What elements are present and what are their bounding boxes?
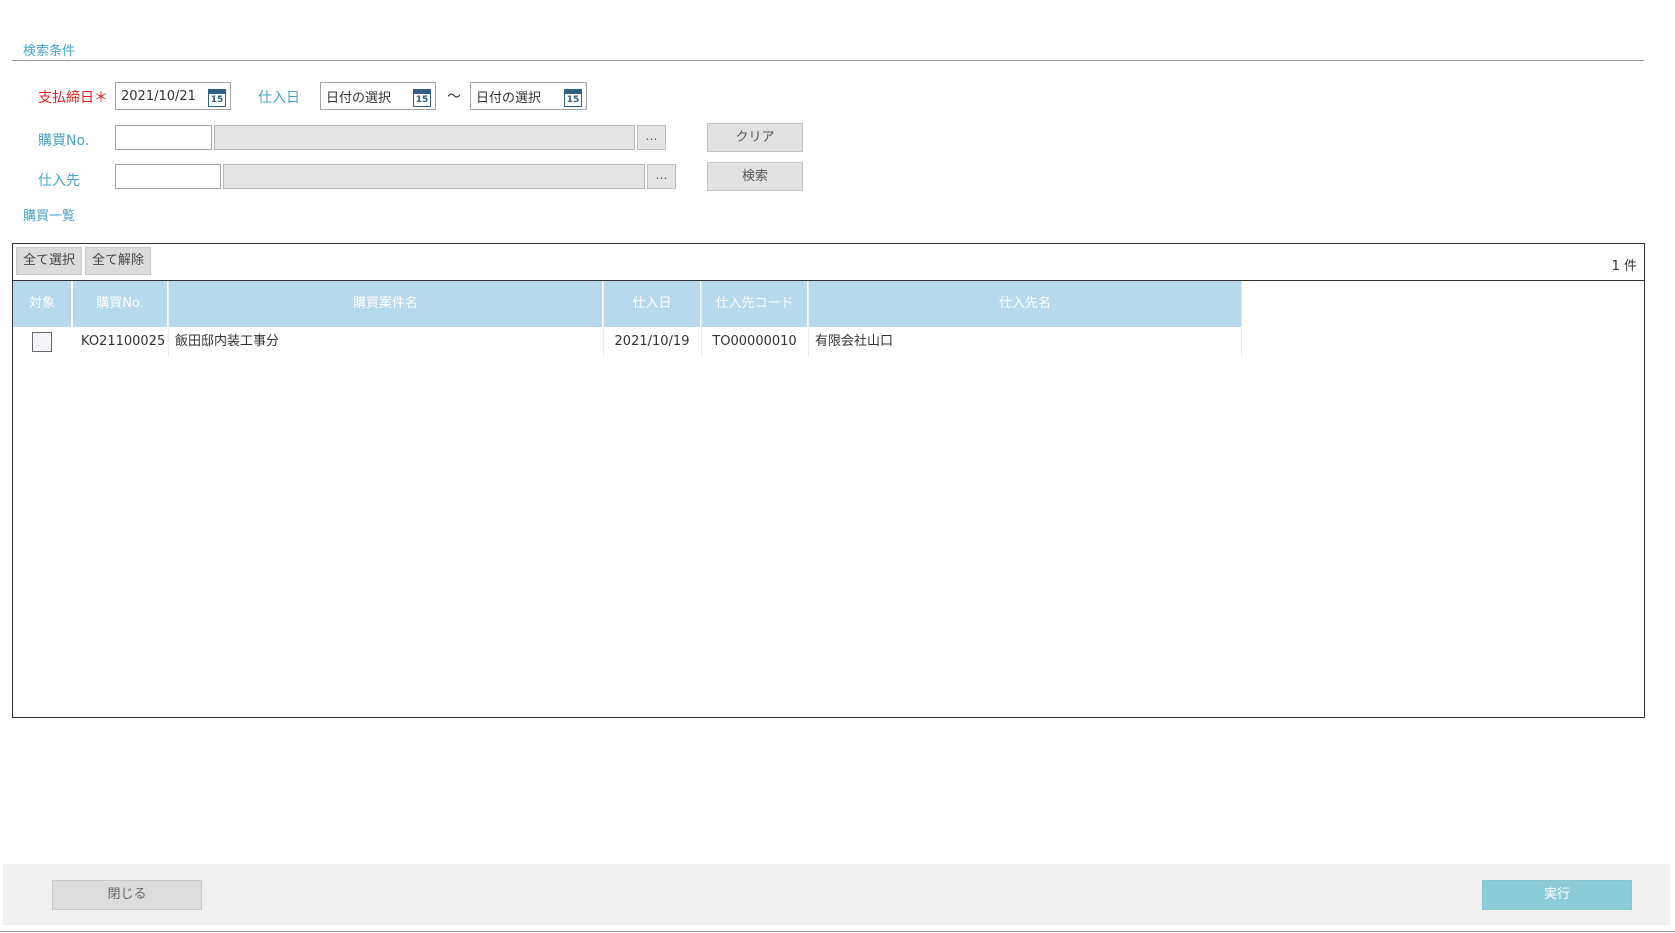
date-range-separator: 〜 bbox=[447, 89, 461, 105]
payment-close-date-value: 2021/10/21 bbox=[121, 88, 196, 104]
purchase-no-lookup-button[interactable]: … bbox=[637, 125, 666, 150]
cell-project-name: 飯田邸内装工事分 bbox=[175, 334, 280, 349]
payment-close-date-label: 支払締日＊ bbox=[38, 87, 108, 107]
calendar-icon[interactable]: 15 bbox=[208, 89, 226, 107]
cell-purchase-date: 2021/10/19 bbox=[614, 334, 690, 349]
cell-purchase-no: KO21100025 bbox=[81, 334, 166, 349]
required-mark: ＊ bbox=[94, 90, 108, 106]
column-header-purchase-no: 購買No. bbox=[73, 281, 167, 327]
purchase-date-from-placeholder: 日付の選択 bbox=[326, 90, 392, 106]
execute-button[interactable]: 実行 bbox=[1482, 880, 1632, 910]
cell-supplier-name: 有限会社山口 bbox=[815, 334, 894, 349]
purchase-list-title: 購買一覧 bbox=[23, 209, 76, 224]
column-header-purchase-date: 仕入日 bbox=[604, 281, 700, 327]
supplier-name-display bbox=[223, 164, 645, 189]
close-button[interactable]: 閉じる bbox=[52, 880, 202, 910]
calendar-icon[interactable]: 15 bbox=[413, 89, 431, 107]
column-separator bbox=[808, 281, 809, 357]
purchase-date-to-placeholder: 日付の選択 bbox=[476, 90, 542, 106]
purchase-no-name-display bbox=[214, 125, 635, 150]
column-header-target: 対象 bbox=[13, 281, 71, 327]
payment-close-date-field[interactable]: 2021/10/21 15 bbox=[115, 82, 231, 110]
supplier-label: 仕入先 bbox=[38, 173, 80, 189]
footer-bar bbox=[3, 864, 1670, 925]
result-count: 1 件 bbox=[1611, 259, 1637, 274]
column-separator bbox=[168, 281, 169, 357]
calendar-icon-day: 15 bbox=[210, 95, 224, 105]
purchase-no-code-input[interactable] bbox=[115, 125, 212, 150]
footer-bottom-border bbox=[0, 931, 1675, 932]
row-checkbox[interactable] bbox=[32, 332, 52, 352]
column-header-supplier-name: 仕入先名 bbox=[809, 281, 1241, 327]
purchase-date-to-field[interactable]: 日付の選択 15 bbox=[470, 82, 587, 110]
purchase-date-from-field[interactable]: 日付の選択 15 bbox=[320, 82, 436, 110]
search-button[interactable]: 検索 bbox=[707, 162, 803, 191]
cell-supplier-code: TO00000010 bbox=[712, 334, 797, 349]
purchase-no-label: 購買No. bbox=[38, 133, 90, 149]
clear-button[interactable]: クリア bbox=[707, 123, 803, 152]
supplier-code-input[interactable] bbox=[115, 164, 221, 189]
search-section-title: 検索条件 bbox=[23, 44, 76, 59]
select-all-button[interactable]: 全て選択 bbox=[16, 247, 82, 275]
section-divider bbox=[12, 60, 1644, 61]
calendar-icon-day: 15 bbox=[566, 95, 580, 105]
payment-close-date-label-text: 支払締日 bbox=[38, 90, 94, 106]
supplier-lookup-button[interactable]: … bbox=[647, 164, 676, 189]
calendar-icon[interactable]: 15 bbox=[564, 89, 582, 107]
deselect-all-button[interactable]: 全て解除 bbox=[85, 247, 151, 275]
purchase-date-label: 仕入日 bbox=[258, 90, 300, 106]
calendar-icon-day: 15 bbox=[415, 95, 429, 105]
column-header-supplier-code: 仕入先コード bbox=[702, 281, 807, 327]
column-separator bbox=[1241, 281, 1242, 357]
column-header-project-name: 購買案件名 bbox=[169, 281, 602, 327]
